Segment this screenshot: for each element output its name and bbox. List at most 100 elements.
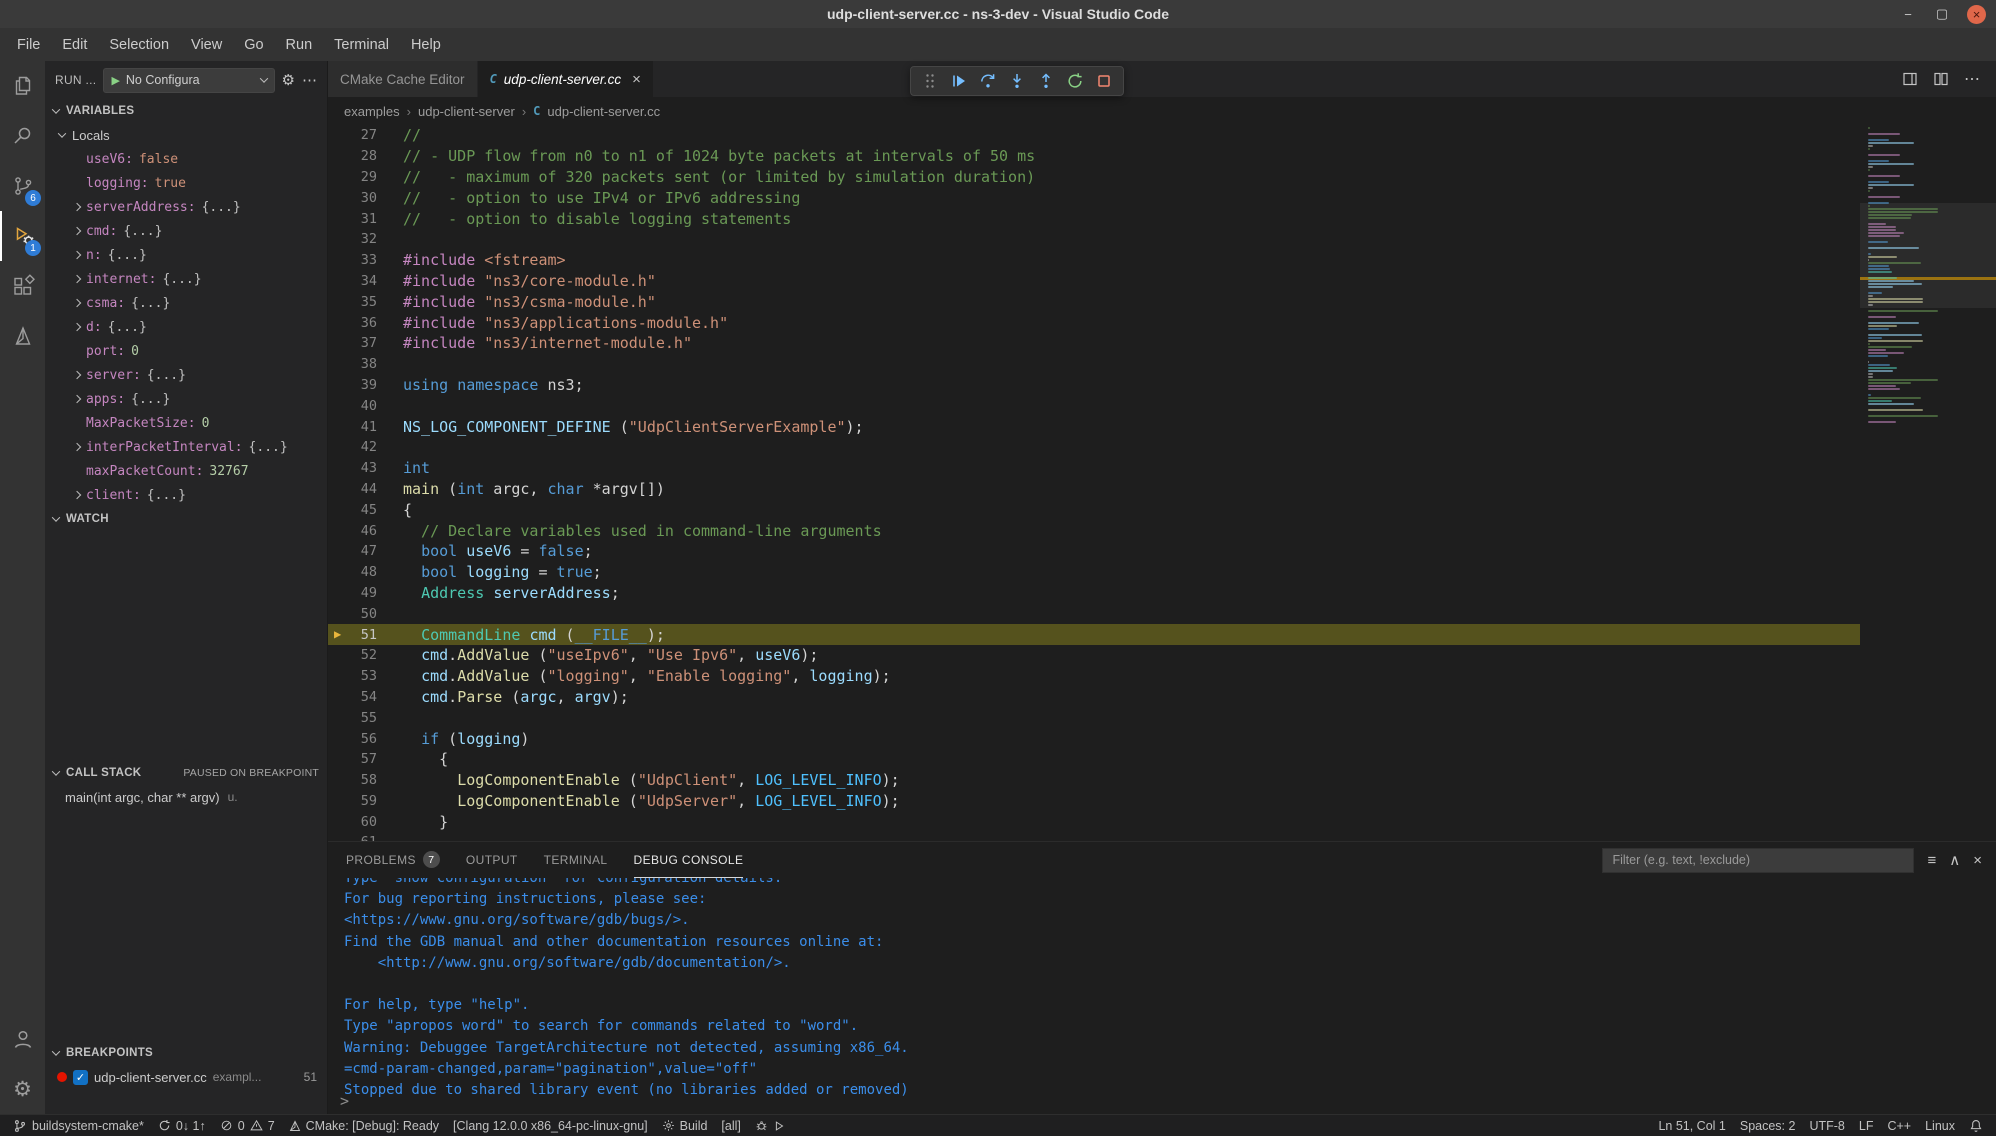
menu-run[interactable]: Run (275, 28, 324, 61)
stack-frame-row[interactable]: main(int argc, char ** argv) u. (45, 785, 327, 809)
status-sync[interactable]: 0↓ 1↑ (151, 1115, 213, 1136)
code-line[interactable]: 42 (328, 437, 1860, 458)
gutter[interactable]: 54 (328, 689, 377, 705)
variable-row[interactable]: useV6: false (45, 147, 327, 171)
maximize-button[interactable]: ▢ (1933, 6, 1951, 22)
code-line[interactable]: 53 cmd.AddValue ("logging", "Enable logg… (328, 666, 1860, 687)
gutter[interactable]: 50 (328, 606, 377, 622)
gutter[interactable]: 40 (328, 398, 377, 414)
code-line[interactable]: 60 } (328, 811, 1860, 832)
code-line[interactable]: 30// - option to use IPv4 or IPv6 addres… (328, 187, 1860, 208)
code-line[interactable]: 48 bool logging = true; (328, 562, 1860, 583)
activity-cmake-tools[interactable] (0, 311, 45, 361)
code-line[interactable]: 52 cmd.AddValue ("useIpv6", "Use Ipv6", … (328, 645, 1860, 666)
debug-step-into-button[interactable] (1004, 68, 1030, 94)
code-line[interactable]: 43int (328, 458, 1860, 479)
status-notifications[interactable] (1962, 1115, 1990, 1136)
code-line[interactable]: 49 Address serverAddress; (328, 583, 1860, 604)
minimize-button[interactable]: − (1899, 7, 1917, 22)
debug-console-filter-input[interactable] (1602, 848, 1914, 873)
debug-continue-button[interactable] (946, 68, 972, 94)
code-line[interactable]: 55 (328, 707, 1860, 728)
variable-row[interactable]: interPacketInterval: {...} (45, 435, 327, 459)
menu-selection[interactable]: Selection (98, 28, 180, 61)
status-indentation[interactable]: Spaces: 2 (1733, 1115, 1803, 1136)
menu-view[interactable]: View (180, 28, 233, 61)
activity-extensions[interactable] (0, 261, 45, 311)
code-line[interactable]: 45{ (328, 499, 1860, 520)
editor-tab[interactable]: Cudp-client-server.cc× (478, 61, 654, 97)
variable-row[interactable]: cmd: {...} (45, 219, 327, 243)
status-cmake-kit[interactable]: [Clang 12.0.0 x86_64-pc-linux-gnu] (446, 1115, 655, 1136)
gutter[interactable]: 44 (328, 481, 377, 497)
panel-tab-debug-console[interactable]: DEBUG CONSOLE (634, 842, 744, 878)
status-cursor-position[interactable]: Ln 51, Col 1 (1651, 1115, 1732, 1136)
panel-tab-terminal[interactable]: TERMINAL (544, 842, 608, 878)
gutter[interactable]: 55 (328, 710, 377, 726)
debug-restart-button[interactable] (1062, 68, 1088, 94)
debug-console-prompt[interactable]: > (340, 1092, 349, 1110)
activity-search[interactable] (0, 111, 45, 161)
activity-settings[interactable]: ⚙ (0, 1064, 45, 1114)
variable-row[interactable]: serverAddress: {...} (45, 195, 327, 219)
gutter[interactable]: 59 (328, 793, 377, 809)
gutter[interactable]: 39 (328, 377, 377, 393)
breadcrumb-item[interactable]: udp-client-server (418, 104, 515, 119)
variable-row[interactable]: MaxPacketSize: 0 (45, 411, 327, 435)
code-line[interactable]: 40 (328, 395, 1860, 416)
gutter[interactable]: 46 (328, 523, 377, 539)
status-cmake-status[interactable]: CMake: [Debug]: Ready (282, 1115, 446, 1136)
close-tab-icon[interactable]: × (632, 71, 641, 88)
code-line[interactable]: 38 (328, 354, 1860, 375)
breadcrumb-item[interactable]: examples (344, 104, 400, 119)
gutter[interactable]: 42 (328, 439, 377, 455)
breakpoints-section-header[interactable]: BREAKPOINTS (45, 1041, 327, 1065)
code-line[interactable]: 50 (328, 603, 1860, 624)
code-line[interactable]: 39using namespace ns3; (328, 375, 1860, 396)
breakpoint-row[interactable]: ✓ udp-client-server.cc exampl... 51 (45, 1065, 327, 1089)
gutter[interactable]: 38 (328, 356, 377, 372)
code-line[interactable]: 34#include "ns3/core-module.h" (328, 271, 1860, 292)
panel-tab-output[interactable]: OUTPUT (466, 842, 518, 878)
split-editor-icon[interactable] (1933, 71, 1949, 87)
locals-scope-row[interactable]: Locals (45, 123, 327, 147)
gutter[interactable]: 29 (328, 169, 377, 185)
gutter[interactable]: 32 (328, 231, 377, 247)
menu-help[interactable]: Help (400, 28, 452, 61)
debug-stop-button[interactable] (1091, 68, 1117, 94)
menu-file[interactable]: File (6, 28, 51, 61)
code-line[interactable]: 35#include "ns3/csma-module.h" (328, 291, 1860, 312)
code-line[interactable]: 54 cmd.Parse (argc, argv); (328, 687, 1860, 708)
status-branch[interactable]: buildsystem-cmake* (6, 1115, 151, 1136)
gutter[interactable]: 37 (328, 335, 377, 351)
code-line[interactable]: 36#include "ns3/applications-module.h" (328, 312, 1860, 333)
variable-row[interactable]: logging: true (45, 171, 327, 195)
gutter[interactable]: 34 (328, 273, 377, 289)
gutter[interactable]: 49 (328, 585, 377, 601)
start-debugging-icon[interactable]: ▶ (111, 74, 119, 87)
breadcrumb-item[interactable]: udp-client-server.cc (547, 104, 660, 119)
gutter[interactable]: 53 (328, 668, 377, 684)
debug-step-over-button[interactable] (975, 68, 1001, 94)
activity-explorer[interactable] (0, 61, 45, 111)
variable-row[interactable]: maxPacketCount: 32767 (45, 459, 327, 483)
watch-section-header[interactable]: WATCH (45, 507, 327, 531)
status-os[interactable]: Linux (1918, 1115, 1962, 1136)
variable-row[interactable]: csma: {...} (45, 291, 327, 315)
code-line[interactable]: 61 (328, 832, 1860, 841)
gutter[interactable]: 57 (328, 751, 377, 767)
code-line[interactable]: 56 if (logging) (328, 728, 1860, 749)
gutter[interactable]: 43 (328, 460, 377, 476)
close-button[interactable]: × (1967, 5, 1986, 24)
gutter[interactable]: 47 (328, 543, 377, 559)
variable-row[interactable]: port: 0 (45, 339, 327, 363)
status-encoding[interactable]: UTF-8 (1802, 1115, 1851, 1136)
variable-row[interactable]: server: {...} (45, 363, 327, 387)
gutter[interactable]: 30 (328, 190, 377, 206)
gutter[interactable]: 60 (328, 814, 377, 830)
gutter[interactable]: 58 (328, 772, 377, 788)
debug-drag-handle-button[interactable] (917, 68, 943, 94)
code-line[interactable]: 44main (int argc, char *argv[]) (328, 479, 1860, 500)
code-line[interactable]: 57 { (328, 749, 1860, 770)
customize-layout-icon[interactable] (1902, 71, 1918, 87)
